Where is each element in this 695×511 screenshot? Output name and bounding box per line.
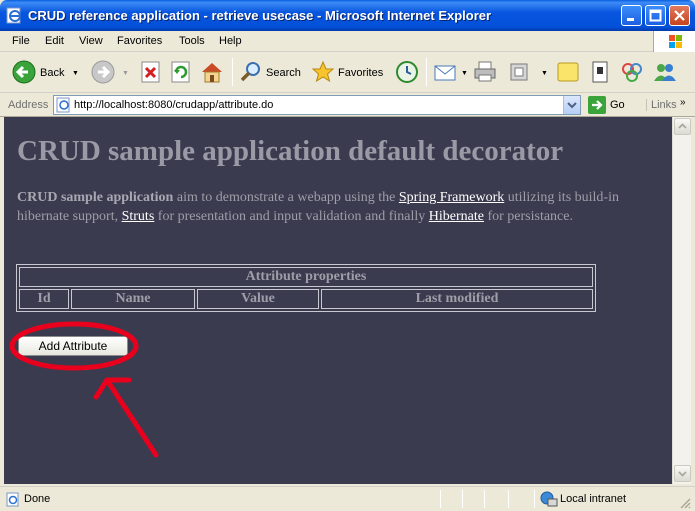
go-button[interactable]: Go [610, 99, 625, 111]
status-text: Done [24, 493, 51, 505]
security-zone-label: Local intranet [560, 493, 627, 505]
address-bar: Address http://localhost:8080/crudapp/at… [0, 93, 695, 117]
chevron-up-icon [678, 123, 687, 129]
forward-icon[interactable] [91, 60, 115, 84]
minimize-icon [627, 18, 634, 21]
page-content: CRUD sample application default decorato… [4, 117, 672, 484]
mail-icon[interactable] [433, 60, 459, 84]
windows-logo [653, 31, 695, 52]
back-button[interactable]: Back [40, 67, 64, 79]
toolbar-separator [232, 58, 233, 86]
windows-flag-icon [669, 35, 682, 48]
search-icon[interactable] [239, 60, 263, 84]
research-icon[interactable] [589, 60, 611, 84]
annotation-ellipse [9, 321, 139, 371]
edit-dropdown-icon[interactable]: ▼ [541, 70, 548, 77]
discuss-icon[interactable] [556, 60, 580, 84]
chevron-down-icon [678, 471, 687, 477]
status-separator [440, 490, 441, 508]
favorites-star-icon[interactable] [311, 60, 335, 84]
address-dropdown-button[interactable] [563, 96, 580, 114]
scroll-up-button[interactable] [674, 118, 691, 135]
address-input[interactable]: http://localhost:8080/crudapp/attribute.… [53, 95, 581, 115]
mail-dropdown-icon[interactable]: ▼ [461, 70, 468, 77]
back-icon[interactable] [12, 60, 36, 84]
red-annotation [9, 321, 159, 458]
status-separator [508, 490, 509, 508]
address-label: Address [8, 99, 49, 111]
local-intranet-icon [540, 491, 558, 507]
edit-page-icon[interactable] [508, 60, 530, 84]
ie-page-icon [6, 7, 21, 24]
contacts-icon[interactable] [652, 60, 678, 84]
minimize-button[interactable] [621, 5, 642, 26]
go-arrow-icon[interactable] [588, 96, 606, 114]
scroll-down-button[interactable] [674, 465, 691, 482]
stop-icon[interactable] [140, 60, 162, 84]
menu-bar: File Edit View Favorites Tools Help [0, 31, 695, 52]
menu-favorites[interactable]: Favorites [117, 35, 162, 47]
chevron-down-icon [567, 102, 577, 109]
toolbar: Back ▼ ▼ Search Favorites ▼ ▼ [0, 52, 695, 93]
close-button[interactable] [669, 5, 690, 26]
page-icon [56, 97, 70, 113]
resize-grip-icon[interactable] [679, 497, 691, 509]
home-icon[interactable] [199, 60, 225, 84]
status-separator [484, 490, 485, 508]
messenger-icon[interactable] [620, 60, 644, 84]
annotation-arrow-shaft [104, 377, 159, 458]
status-separator [462, 490, 463, 508]
favorites-button[interactable]: Favorites [338, 67, 383, 79]
forward-dropdown-icon[interactable]: ▼ [122, 70, 129, 77]
menu-file[interactable]: File [12, 35, 30, 47]
print-icon[interactable] [472, 60, 498, 84]
menu-help[interactable]: Help [219, 35, 242, 47]
address-url: http://localhost:8080/crudapp/attribute.… [74, 99, 274, 111]
history-icon[interactable] [395, 60, 419, 84]
refresh-icon[interactable] [170, 60, 192, 84]
back-dropdown-icon[interactable]: ▼ [72, 70, 79, 77]
menu-view[interactable]: View [79, 35, 103, 47]
maximize-icon [649, 9, 662, 22]
status-bar: Done Local intranet [0, 486, 695, 511]
page-done-icon [6, 492, 19, 507]
toolbar-separator [426, 58, 427, 86]
window-title: CRUD reference application - retrieve us… [28, 8, 492, 23]
chevron-right-icon[interactable]: » [680, 97, 686, 108]
search-button[interactable]: Search [266, 67, 301, 79]
status-separator [534, 490, 535, 508]
title-bar: CRUD reference application - retrieve us… [0, 0, 695, 31]
maximize-button[interactable] [645, 5, 666, 26]
close-icon [674, 10, 685, 21]
menu-tools[interactable]: Tools [179, 35, 205, 47]
vertical-scrollbar[interactable] [672, 117, 691, 484]
links-button[interactable]: Links [646, 99, 677, 111]
menu-edit[interactable]: Edit [45, 35, 64, 47]
